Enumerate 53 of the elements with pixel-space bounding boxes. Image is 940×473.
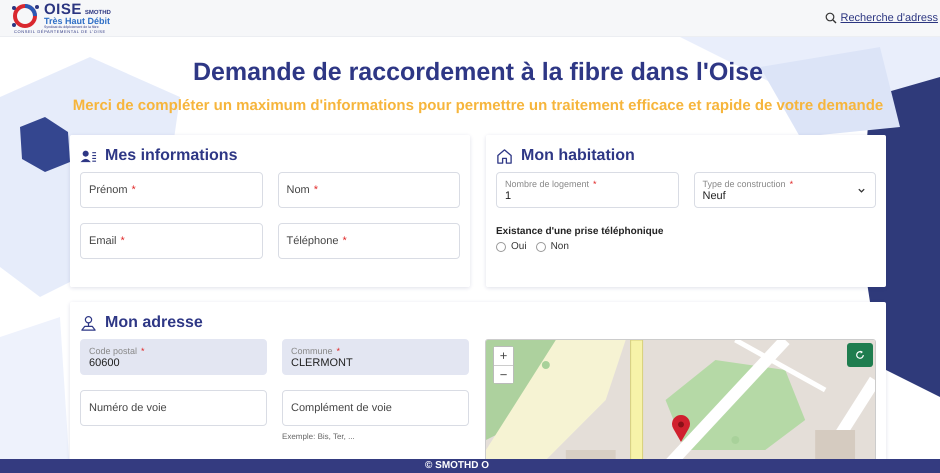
copyright-text: © SMOTHD O — [425, 459, 490, 473]
input-field[interactable]: Email * — [80, 223, 262, 259]
required-mark: * — [314, 184, 318, 196]
hexagon-shape — [20, 117, 70, 172]
field-label: Complément de voie — [291, 402, 392, 414]
field-label: Nom — [286, 184, 310, 196]
field-label: Numéro de voie — [89, 402, 167, 414]
zoom-out-button[interactable]: − — [494, 365, 513, 383]
field-value: Neuf — [702, 190, 727, 202]
page-subtitle: Merci de compléter un maximum d'informations pour permettre un traitement efficace et rapide de votre demande — [72, 96, 884, 116]
input-field[interactable]: Prénom * — [80, 172, 262, 208]
refresh-button[interactable] — [847, 343, 873, 367]
input-field[interactable]: Téléphone * — [278, 223, 460, 259]
section-title: Mon adresse — [105, 314, 203, 332]
field-label: Commune — [291, 346, 333, 356]
field-value: CLERMONT — [291, 356, 354, 368]
section-title: Mes informations — [105, 147, 238, 165]
chevron-icon — [857, 186, 866, 195]
field-value: 60600 — [89, 356, 121, 368]
radio-option[interactable]: Non — [536, 241, 569, 252]
required-mark: * — [336, 346, 340, 356]
helper-text: Exemple: Bis, Ter, ... — [282, 432, 356, 441]
radio-option[interactable]: Oui — [496, 241, 527, 252]
required-mark: * — [790, 178, 794, 188]
required-mark: * — [120, 235, 125, 247]
required-mark: * — [342, 235, 347, 247]
field-label: Prénom — [89, 184, 128, 196]
search-link[interactable]: Recherche d'adress — [840, 12, 938, 24]
radio-group-label: Existance d'une prise téléphonique — [496, 226, 664, 237]
person-list-icon — [80, 148, 97, 164]
input-field[interactable]: Numéro de voie — [80, 390, 267, 426]
input-field[interactable]: Complément de voie — [282, 390, 469, 426]
select-field[interactable]: Type de construction * Neuf — [694, 172, 876, 208]
section-title: Mon habitation — [521, 147, 635, 165]
input-field[interactable]: Nombre de logement * 1 — [496, 172, 678, 208]
page-title: Demande de raccordement à la fibre dans l'Oise — [192, 57, 764, 88]
field-label: Email — [89, 235, 117, 247]
input-field[interactable]: Nom * — [278, 172, 460, 208]
field-value: 1 — [505, 190, 512, 202]
required-mark: * — [132, 184, 136, 196]
required-mark: * — [141, 346, 145, 356]
required-mark: * — [593, 178, 597, 188]
logo-name: OISE — [44, 2, 82, 17]
location-person-icon — [80, 314, 97, 332]
field-label: Nombre de logement — [505, 178, 590, 188]
logo-icon — [10, 2, 42, 28]
field-label: Type de construction — [702, 178, 786, 188]
field-label: Code postal — [89, 346, 138, 356]
house-icon — [496, 148, 513, 164]
refresh-icon — [855, 350, 865, 360]
field-label: Téléphone — [286, 235, 338, 247]
map-marker-icon — [671, 415, 691, 443]
search-icon — [824, 12, 836, 24]
